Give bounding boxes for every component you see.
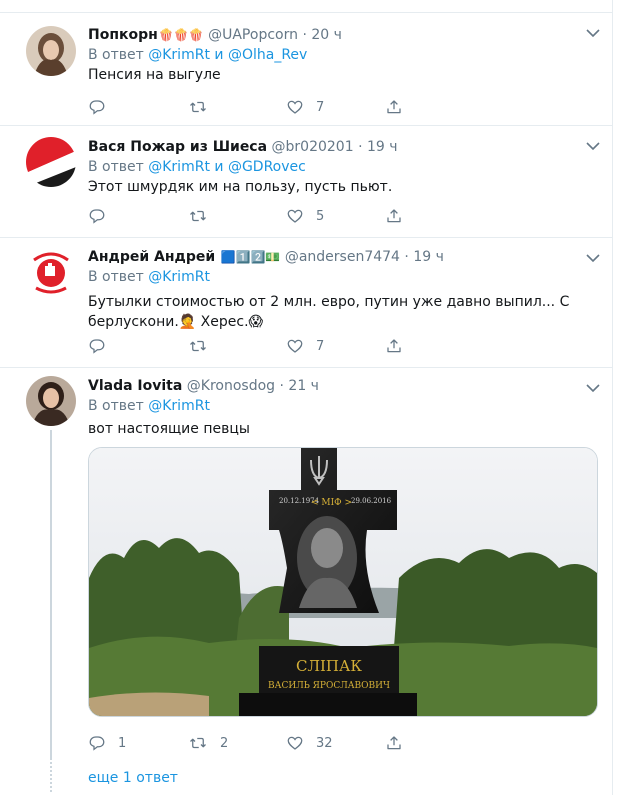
tweet-text: Этот шмурдяк им на пользу, пусть пьют.: [88, 179, 393, 195]
reply-icon: [89, 209, 105, 224]
timestamp[interactable]: 19 ч: [413, 249, 444, 265]
tweet-photo[interactable]: 20.12.1974 < МІФ > 29.06.2016 СЛІПАК ВАС…: [88, 447, 598, 717]
show-more-replies-link[interactable]: еще 1 ответ: [88, 770, 178, 786]
reply-prefix: В ответ: [88, 47, 144, 63]
tweet-text-line: берлускони.🤦 Херес.😱: [88, 314, 264, 330]
avatar[interactable]: [26, 26, 76, 76]
separator: ·: [279, 378, 284, 394]
reply-prefix: В ответ: [88, 159, 144, 175]
like-icon: [287, 339, 303, 353]
timestamp[interactable]: 19 ч: [367, 139, 398, 155]
reply-context: В ответ @KrimRt: [88, 267, 592, 287]
date-right: 29.06.2016: [351, 497, 392, 505]
like-button[interactable]: 7: [286, 336, 324, 356]
username[interactable]: @br020201: [272, 139, 354, 155]
retweet-button[interactable]: [188, 206, 220, 226]
tweet-text: вот настоящие певцы: [88, 421, 250, 437]
avatar[interactable]: [26, 246, 76, 296]
like-button[interactable]: 5: [286, 206, 324, 226]
reply-and: и: [214, 47, 224, 63]
tweet-text: Бутылки стоимостью от 2 млн. евро, путин…: [88, 292, 592, 332]
share-button[interactable]: [385, 97, 403, 117]
share-button[interactable]: [385, 206, 403, 226]
reply-context: В ответ @KrimRt и @Olha_Rev: [88, 45, 592, 65]
tweet-actions: 5: [88, 206, 408, 226]
thread-line-dotted: [50, 762, 52, 792]
tweet-actions: 1 2 32: [88, 733, 408, 753]
timeline: Попкорн🍿🍿🍿 @UAPopcorn · 20 ч В ответ @Kr…: [0, 0, 613, 795]
like-button[interactable]: 7: [286, 97, 324, 117]
tweet-text-line: Бутылки стоимостью от 2 млн. евро, путин…: [88, 294, 570, 310]
share-icon: [387, 339, 401, 353]
reply-context: В ответ @KrimRt: [88, 396, 592, 416]
tweet[interactable]: Андрей Андрей 🟦1️⃣2️⃣💵 @andersen7474 · 1…: [0, 238, 612, 368]
tweet-actions: 7: [88, 336, 408, 356]
tweet[interactable]: Попкорн🍿🍿🍿 @UAPopcorn · 20 ч В ответ @Kr…: [0, 13, 612, 126]
like-count: 5: [316, 208, 325, 224]
share-icon: [387, 209, 401, 223]
reply-button[interactable]: [88, 206, 118, 226]
retweet-button[interactable]: 2: [188, 733, 228, 753]
retweet-button[interactable]: [188, 97, 220, 117]
reply-prefix: В ответ: [88, 398, 144, 414]
like-count: 7: [316, 338, 325, 354]
retweet-icon: [190, 340, 206, 352]
separator: ·: [358, 139, 363, 155]
share-button[interactable]: [385, 336, 403, 356]
retweet-icon: [190, 101, 206, 113]
mention-link[interactable]: @KrimRt: [148, 159, 210, 175]
reply-prefix: В ответ: [88, 269, 144, 285]
name-emoji: 🍿🍿🍿: [158, 28, 204, 42]
reply-count: 1: [118, 735, 127, 751]
like-count: 7: [316, 99, 325, 115]
timestamp[interactable]: 21 ч: [288, 378, 319, 394]
separator: ·: [404, 249, 409, 265]
username[interactable]: @andersen7474: [285, 249, 400, 265]
retweet-button[interactable]: [188, 336, 220, 356]
share-button[interactable]: [385, 733, 403, 753]
retweet-icon: [190, 737, 206, 749]
like-icon: [287, 100, 303, 114]
separator: ·: [302, 27, 307, 43]
avatar[interactable]: [26, 137, 76, 187]
like-icon: [287, 736, 303, 750]
timestamp[interactable]: 20 ч: [311, 27, 342, 43]
share-icon: [387, 736, 401, 750]
thread-line: [50, 430, 52, 760]
display-name[interactable]: Vlada Iovita: [88, 378, 182, 394]
full-name: ВАСИЛЬ ЯРОСЛАВОВИЧ: [268, 681, 390, 691]
nickname: < МІФ >: [311, 498, 352, 508]
reply-button[interactable]: [88, 336, 118, 356]
reply-button[interactable]: [88, 97, 118, 117]
tweet[interactable]: Вася Пожар из Шиеса @br020201 · 19 ч В о…: [0, 126, 612, 238]
tweet-text: Пенсия на выгуле: [88, 67, 221, 83]
surname: СЛІПАК: [296, 657, 362, 675]
reply-icon: [89, 339, 105, 354]
username[interactable]: @Kronosdog: [187, 378, 275, 394]
reply-icon: [89, 100, 105, 115]
share-icon: [387, 100, 401, 114]
mention-link[interactable]: @KrimRt: [148, 398, 210, 414]
reply-context: В ответ @KrimRt и @GDRovec: [88, 157, 592, 177]
display-name[interactable]: Вася Пожар из Шиеса: [88, 139, 267, 155]
tweet-actions: 7: [88, 97, 408, 117]
name-emoji: 🟦1️⃣2️⃣💵: [220, 250, 281, 264]
display-name[interactable]: Попкорн: [88, 27, 158, 43]
mention-link[interactable]: @KrimRt: [148, 269, 210, 285]
mention-link[interactable]: @KrimRt: [148, 47, 210, 63]
reply-and: и: [214, 159, 224, 175]
retweet-count: 2: [220, 735, 229, 751]
like-count: 32: [316, 735, 333, 751]
mention-link[interactable]: @GDRovec: [228, 159, 306, 175]
previous-tweet-edge: [0, 0, 612, 13]
reply-icon: [89, 736, 105, 751]
like-button[interactable]: 32: [286, 733, 333, 753]
avatar[interactable]: [26, 376, 76, 426]
display-name[interactable]: Андрей Андрей: [88, 249, 215, 265]
username[interactable]: @UAPopcorn: [208, 27, 298, 43]
mention-link[interactable]: @Olha_Rev: [228, 47, 307, 63]
like-icon: [287, 209, 303, 223]
retweet-icon: [190, 210, 206, 222]
reply-button[interactable]: 1: [88, 733, 126, 753]
